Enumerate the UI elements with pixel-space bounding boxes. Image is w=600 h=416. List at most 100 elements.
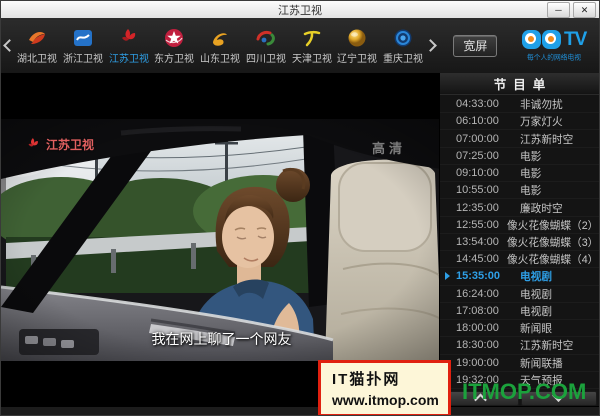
hubei-tv-icon (25, 25, 49, 50)
program-row[interactable]: 07:00:00 江苏新时空 (440, 130, 599, 147)
program-row[interactable]: 12:55:00 像火花像蝴蝶（2） (440, 217, 599, 234)
program-name: 像火花像蝴蝶（4） (507, 251, 598, 267)
window-controls: ─ ✕ (547, 2, 596, 18)
program-name: 电影 (520, 148, 541, 164)
window-bottom-edge (1, 406, 599, 415)
channel-label: 天津卫视 (292, 51, 332, 65)
next-channels-button[interactable] (426, 34, 439, 58)
channel-label: 山东卫视 (200, 51, 240, 65)
pptv-p-icon (522, 30, 541, 49)
window-title: 江苏卫视 (278, 2, 322, 18)
itmop-watermark-box: IT猫扑网 www.itmop.com (318, 360, 451, 416)
program-row[interactable]: 16:24:00 电视剧 (440, 286, 599, 303)
program-row[interactable]: 10:55:00 电影 (440, 182, 599, 199)
liaoning-tv-icon (345, 25, 369, 50)
program-time: 13:54:00 (456, 236, 499, 248)
close-button[interactable]: ✕ (573, 2, 596, 18)
program-row[interactable]: 14:45:00 像火花像蝴蝶（4） (440, 251, 599, 268)
program-row[interactable]: 07:25:00 电影 (440, 148, 599, 165)
widescreen-button[interactable]: 宽屏 (453, 35, 497, 57)
video-frame[interactable]: 江苏卫视 高清 我在网上聊了一个网友 (1, 119, 442, 361)
pptv-tagline: 每个人的网络电视 (527, 52, 581, 62)
channel-tab-liaoning[interactable]: 辽宁卫视 (335, 25, 381, 66)
program-name: 电视剧 (520, 269, 552, 285)
program-row[interactable]: 17:08:00 电视剧 (440, 303, 599, 320)
pptv-p-icon (542, 30, 561, 49)
program-time: 09:10:00 (456, 167, 512, 179)
program-name: 新闻眼 (520, 320, 552, 336)
sichuan-tv-icon (254, 25, 278, 50)
program-time: 04:33:00 (456, 98, 512, 110)
itmop-watermark-title: IT猫扑网 (332, 368, 448, 389)
video-player-area: 江苏卫视 高清 我在网上聊了一个网友 (1, 73, 442, 407)
program-time: 07:00:00 (456, 133, 512, 145)
program-name: 廉政时空 (520, 200, 563, 216)
channel-label: 重庆卫视 (383, 51, 423, 65)
channel-label: 江苏卫视 (109, 51, 149, 65)
program-name: 电视剧 (520, 286, 552, 302)
channel-label: 湖北卫视 (17, 51, 57, 65)
program-name: 像火花像蝴蝶（2） (507, 217, 598, 233)
channel-tab-sichuan[interactable]: 四川卫视 (243, 25, 289, 66)
zhejiang-tv-icon (71, 25, 95, 50)
program-name: 万家灯火 (520, 114, 563, 130)
channel-label: 四川卫视 (246, 51, 286, 65)
program-row[interactable]: 19:00:00 新闻联播 (440, 355, 599, 372)
program-name: 电影 (520, 165, 541, 181)
jiangsu-tv-watermark: 江苏卫视 (25, 136, 94, 153)
dongfang-tv-icon (162, 25, 186, 50)
program-time: 06:10:00 (456, 115, 512, 127)
jiangsu-tv-icon (117, 25, 141, 50)
channel-tab-shandong[interactable]: 山东卫视 (197, 25, 243, 66)
program-time: 18:30:00 (456, 339, 512, 351)
program-time: 10:55:00 (456, 184, 512, 196)
program-row[interactable]: 12:35:00廉政时空 (440, 199, 599, 216)
program-row[interactable]: 18:30:00江苏新时空 (440, 337, 599, 354)
jiangsu-tv-watermark-text: 江苏卫视 (46, 136, 94, 153)
channel-label: 东方卫视 (155, 51, 195, 65)
prev-channels-button[interactable] (1, 34, 14, 58)
program-row[interactable]: 09:10:00 电影 (440, 165, 599, 182)
window-titlebar[interactable]: 江苏卫视 ─ ✕ (1, 1, 599, 19)
program-name: 新闻联播 (520, 355, 563, 371)
pptv-tv-text: TV (564, 29, 586, 51)
program-list-rows: 04:33:00非诚勿扰 06:10:00万家灯火 07:00:00江苏新时空 … (440, 96, 599, 389)
program-list-panel: 节目单 04:33:00非诚勿扰 06:10:00万家灯火 07:00:00江苏… (439, 73, 599, 409)
program-time: 17:08:00 (456, 305, 512, 317)
now-playing-icon (445, 272, 450, 280)
pptv-window: 江苏卫视 ─ ✕ 湖北卫视 浙江卫视 江苏卫视 (0, 0, 600, 416)
program-time: 14:45:00 (456, 253, 499, 265)
minimize-button[interactable]: ─ (547, 2, 570, 18)
chongqing-tv-icon (391, 25, 415, 50)
program-name: 像火花像蝴蝶（3） (507, 234, 598, 250)
itmop-overlay-watermark: ITMOP.COM (462, 379, 586, 405)
pptv-logo: TV 每个人的网络电视 (509, 29, 599, 63)
program-name: 电视剧 (520, 303, 552, 319)
program-row-current[interactable]: 15:35:00 电视剧 (440, 268, 599, 285)
channel-tab-chongqing[interactable]: 重庆卫视 (380, 25, 426, 66)
channel-tab-hubei[interactable]: 湖北卫视 (14, 25, 60, 66)
program-time: 07:25:00 (456, 150, 512, 162)
video-subtitle: 我在网上聊了一个网友 (1, 329, 442, 349)
jiangsu-tv-watermark-icon (25, 136, 42, 153)
program-time: 16:24:00 (456, 288, 512, 300)
shandong-tv-icon (208, 25, 232, 50)
program-name: 江苏新时空 (520, 131, 573, 147)
channel-label: 浙江卫视 (63, 51, 103, 65)
program-time: 15:35:00 (456, 270, 512, 282)
program-row[interactable]: 18:00:00 新闻眼 (440, 320, 599, 337)
channel-tab-dongfang[interactable]: 东方卫视 (152, 25, 198, 66)
program-time: 19:00:00 (456, 357, 512, 369)
channel-tab-zhejiang[interactable]: 浙江卫视 (60, 25, 106, 66)
tianjin-tv-icon (300, 25, 324, 50)
itmop-watermark-url: www.itmop.com (332, 392, 448, 408)
channel-tab-tianjin[interactable]: 天津卫视 (289, 25, 335, 66)
channel-bar: 湖北卫视 浙江卫视 江苏卫视 东方卫视 山东卫视 (1, 18, 599, 74)
program-time: 12:55:00 (456, 219, 499, 231)
program-name: 电影 (520, 183, 541, 199)
program-row[interactable]: 13:54:00 像火花像蝴蝶（3） (440, 234, 599, 251)
program-row[interactable]: 06:10:00 万家灯火 (440, 113, 599, 130)
program-time: 18:00:00 (456, 322, 512, 334)
channel-tab-jiangsu[interactable]: 江苏卫视 (106, 25, 152, 66)
program-row[interactable]: 04:33:00非诚勿扰 (440, 96, 599, 113)
